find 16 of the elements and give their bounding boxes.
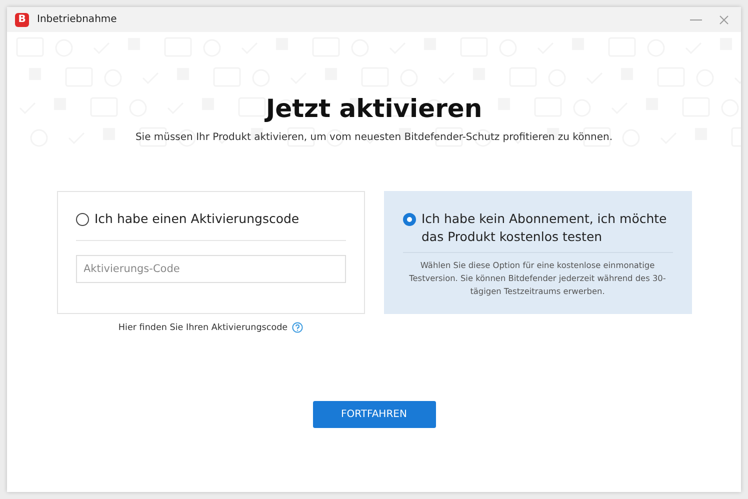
subtitle: Sie müssen Ihr Produkt aktivieren, um vom neuesten Bitdefender-Schutz profitieren zu können. [135,132,613,143]
input-field[interactable]: Aktivierungs-Code [76,255,346,283]
radio-button[interactable] [76,213,88,226]
app-logo-icon: B [15,12,29,26]
code-option-card[interactable]: Ich habe einen Aktivierungscode Aktivierungs-Code [56,191,364,314]
option-description: Wählen Sie diese Option für eine kostenlose einmonatige Testversion. Sie können Bitdefender jederzeit während des 30-tägigen Testzeitraums erwerben. [408,259,667,298]
close-icon[interactable] [719,14,729,24]
radio-button[interactable] [402,213,416,226]
continue-button[interactable]: FORTFAHREN [312,401,436,428]
window-title: Inbetriebnahme [37,14,117,25]
option-label: Ich habe kein Abonnement, ich möchte das Produkt kostenlos testen [422,210,668,246]
option-label: Ich habe einen Aktivierungscode [94,210,300,228]
help-link[interactable]: Hier finden Sie Ihren Aktivierungscode [118,322,288,332]
help-icon[interactable] [292,322,303,333]
page-heading: Jetzt aktivieren [266,94,482,123]
trial-option-card[interactable] [384,191,692,314]
